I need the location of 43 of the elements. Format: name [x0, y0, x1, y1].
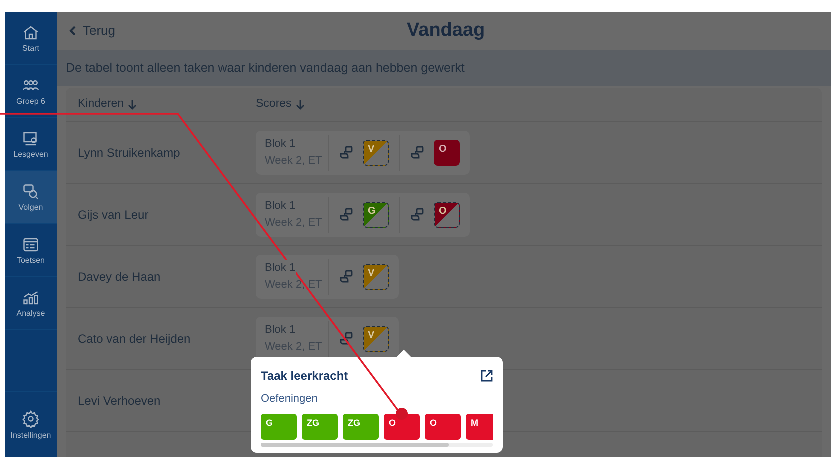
- info-text: De tabel toont alleen taken waar kinderen vandaag aan hebben gewerkt: [66, 60, 465, 77]
- score-tile[interactable]: ZG: [302, 414, 338, 440]
- page-title: Vandaag: [407, 18, 486, 43]
- child-name: Gijs van Leur: [77, 206, 150, 224]
- hand-device-icon: [410, 144, 426, 160]
- score-tile[interactable]: O: [425, 414, 461, 440]
- hand-device-icon: [410, 206, 426, 222]
- back-button[interactable]: Terug: [69, 21, 116, 41]
- sidebar-item[interactable]: Volgen: [5, 171, 57, 224]
- screen-person-icon: [22, 130, 40, 148]
- column-header[interactable]: Kinderen: [66, 96, 256, 114]
- home-icon: [22, 24, 40, 42]
- checklist-icon: [22, 236, 40, 254]
- score-tile[interactable]: O: [434, 202, 460, 228]
- arrow-down-icon: [128, 100, 138, 110]
- block-label: Blok 1: [265, 260, 296, 276]
- score-tile[interactable]: V: [363, 264, 389, 290]
- child-name: Lynn Struikenkamp: [77, 144, 182, 162]
- hand-device-icon: [339, 144, 355, 160]
- column-header[interactable]: Scores: [256, 96, 305, 114]
- score-tile[interactable]: V: [363, 140, 389, 166]
- chevron-left-icon: [69, 26, 77, 36]
- child-name: Cato van der Heijden: [77, 330, 192, 348]
- hand-device-icon: [339, 206, 355, 222]
- score-tile[interactable]: O: [434, 140, 460, 166]
- chart-icon: [22, 288, 40, 306]
- arrow-down-icon: [296, 100, 305, 110]
- score-tile[interactable]: ZG: [343, 414, 379, 440]
- score-tile[interactable]: G: [363, 202, 389, 228]
- score-tile[interactable]: V: [363, 326, 389, 352]
- popup-title: Taak leerkracht: [261, 368, 348, 385]
- scrollbar-track[interactable]: [261, 442, 493, 446]
- settings-icon: [22, 410, 40, 428]
- score-tile[interactable]: G: [261, 414, 297, 440]
- popup-subtitle: Oefeningen: [261, 392, 319, 407]
- score-tile[interactable]: M: [466, 414, 493, 440]
- child-name: Levi Verhoeven: [77, 392, 162, 410]
- external-link-icon[interactable]: [481, 370, 493, 382]
- child-name: Davey de Haan: [77, 268, 162, 286]
- hand-device-icon: [339, 330, 355, 346]
- chat-search-icon: [22, 182, 40, 200]
- score-tile[interactable]: O: [384, 414, 420, 440]
- hand-device-icon: [339, 268, 355, 284]
